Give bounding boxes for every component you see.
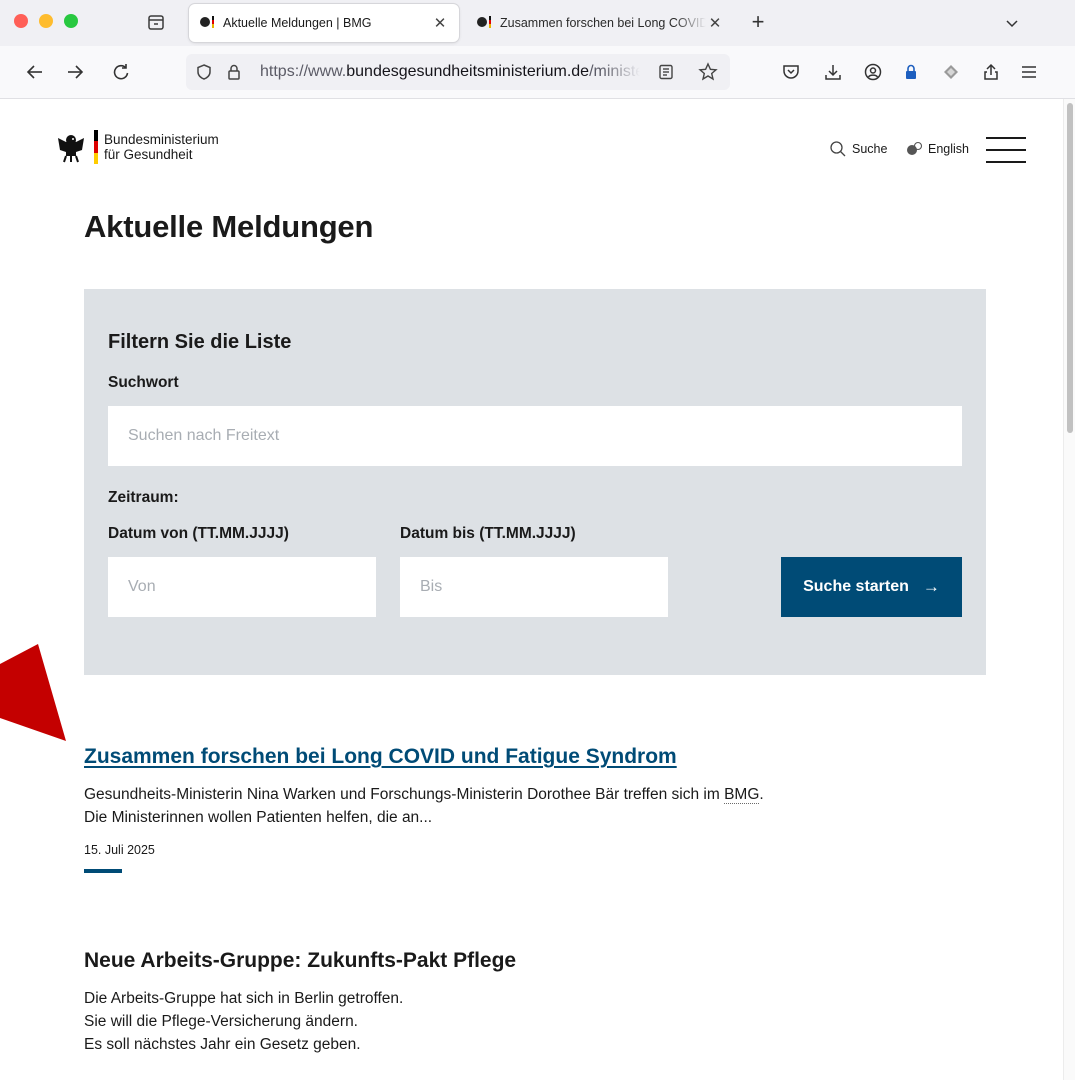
- search-icon: [830, 141, 846, 157]
- accent-bar: [84, 869, 122, 873]
- news-teaser: Gesundheits-Ministerin Nina Warken und F…: [84, 783, 964, 829]
- address-bar[interactable]: https://www.bundesgesundheitsministerium…: [186, 54, 730, 90]
- date-from-input[interactable]: [108, 557, 376, 617]
- news-title-link[interactable]: Zusammen forschen bei Long COVID und Fat…: [84, 745, 677, 768]
- page-scrollbar[interactable]: [1063, 99, 1075, 1080]
- bmg-abbreviation[interactable]: BMG: [724, 786, 760, 804]
- german-flag-stripe: [94, 130, 98, 164]
- arrow-right-icon: →: [922, 577, 940, 596]
- news-title: Zusammen forschen bei Long COVID und Fat…: [84, 745, 964, 769]
- keyword-search-input[interactable]: [108, 406, 962, 466]
- list-all-tabs-chevron-icon[interactable]: [1002, 13, 1022, 33]
- lock-icon[interactable]: [224, 62, 244, 82]
- url-prefix: https://www.: [260, 63, 347, 80]
- federal-eagle-icon: [58, 135, 84, 163]
- date-to-input[interactable]: [400, 557, 668, 617]
- page-viewport: Bundesministerium für Gesundheit Suche E…: [0, 99, 1063, 1080]
- globe-language-icon: [907, 141, 923, 155]
- back-arrow-icon[interactable]: [24, 61, 46, 83]
- share-icon[interactable]: [980, 61, 1002, 83]
- teaser-text: Gesundheits-Ministerin Nina Warken und F…: [84, 786, 725, 803]
- teaser-text: Sie will die Pflege-Versicherung ändern.: [84, 1013, 358, 1030]
- search-submit-label: Suche starten: [803, 578, 909, 595]
- site-name-line1: Bundesministerium: [104, 132, 219, 147]
- date-to-label: Datum bis (TT.MM.JJJJ): [400, 525, 576, 542]
- forward-arrow-icon[interactable]: [64, 61, 86, 83]
- tab-close-icon[interactable]: ✕: [431, 14, 449, 32]
- page-title: Aktuelle Meldungen: [84, 209, 374, 244]
- tracking-shield-icon[interactable]: [194, 62, 214, 82]
- scrollbar-thumb[interactable]: [1067, 103, 1073, 433]
- url-host: bundesgesundheitsministerium.de: [346, 63, 590, 80]
- teaser-text: Die Arbeits-Gruppe hat sich in Berlin ge…: [84, 990, 404, 1007]
- reload-icon[interactable]: [110, 61, 132, 83]
- language-label: English: [928, 142, 969, 156]
- tab-long-covid[interactable]: Zusammen forschen bei Long COVID und Fat…: [466, 4, 734, 42]
- search-link[interactable]: Suche: [829, 140, 887, 158]
- tab-close-icon[interactable]: ✕: [706, 14, 724, 32]
- window-maximize-button[interactable]: [64, 14, 78, 28]
- news-item: Zusammen forschen bei Long COVID und Fat…: [84, 745, 964, 873]
- hamburger-menu-icon[interactable]: [986, 136, 1026, 164]
- site-name-line2: für Gesundheit: [104, 147, 193, 162]
- news-title[interactable]: Neue Arbeits-Gruppe: Zukunfts-Pakt Pfleg…: [84, 949, 964, 973]
- teaser-text: .: [759, 786, 764, 803]
- window-minimize-button[interactable]: [39, 14, 53, 28]
- new-tab-plus-icon[interactable]: +: [746, 10, 770, 34]
- search-label: Suche: [852, 142, 888, 156]
- password-lock-extension-icon[interactable]: [900, 61, 922, 83]
- site-name: Bundesministerium für Gesundheit: [104, 130, 219, 162]
- search-submit-button[interactable]: Suche starten →: [781, 557, 962, 617]
- red-annotation-arrow-icon: [0, 644, 66, 741]
- browser-tab-bar: Aktuelle Meldungen | BMG ✕ Zusammen fors…: [0, 0, 1075, 47]
- bmg-favicon-icon: [199, 15, 217, 31]
- site-logo[interactable]: Bundesministerium für Gesundheit: [54, 130, 219, 164]
- news-teaser: Die Arbeits-Gruppe hat sich in Berlin ge…: [84, 987, 964, 1056]
- url-text[interactable]: https://www.bundesgesundheitsministerium…: [260, 63, 640, 81]
- news-date: 15. Juli 2025: [84, 843, 155, 857]
- news-item: Neue Arbeits-Gruppe: Zukunfts-Pakt Pfleg…: [84, 949, 964, 1056]
- extension-diamond-icon[interactable]: [940, 61, 962, 83]
- keyword-label: Suchwort: [108, 374, 179, 391]
- downloads-icon[interactable]: [822, 61, 844, 83]
- date-from-label: Datum von (TT.MM.JJJJ): [108, 525, 289, 542]
- tab-manager-icon[interactable]: [145, 11, 167, 33]
- bmg-favicon-icon: [476, 15, 494, 31]
- bookmark-star-icon[interactable]: [698, 62, 718, 82]
- window-close-button[interactable]: [14, 14, 28, 28]
- filter-panel: Filtern Sie die Liste Suchwort Zeitraum:…: [84, 289, 986, 675]
- language-link[interactable]: English: [905, 140, 969, 158]
- period-label: Zeitraum:: [108, 489, 179, 506]
- tab-aktuelle-meldungen[interactable]: Aktuelle Meldungen | BMG ✕: [189, 4, 459, 42]
- url-path: /ministerium/leichte-sprache/meldungen: [589, 63, 640, 80]
- reader-view-icon[interactable]: [656, 62, 676, 82]
- browser-nav-bar: https://www.bundesgesundheitsministerium…: [0, 46, 1075, 99]
- account-icon[interactable]: [862, 61, 884, 83]
- tab-title: Zusammen forschen bei Long COVID und Fat…: [500, 16, 706, 30]
- teaser-text: Die Ministerinnen wollen Patienten helfe…: [84, 809, 433, 826]
- pocket-icon[interactable]: [780, 61, 802, 83]
- filter-heading: Filtern Sie die Liste: [108, 331, 292, 353]
- app-menu-icon[interactable]: [1018, 61, 1040, 83]
- teaser-text: Es soll nächstes Jahr ein Gesetz geben.: [84, 1036, 361, 1053]
- tab-title: Aktuelle Meldungen | BMG: [223, 16, 372, 30]
